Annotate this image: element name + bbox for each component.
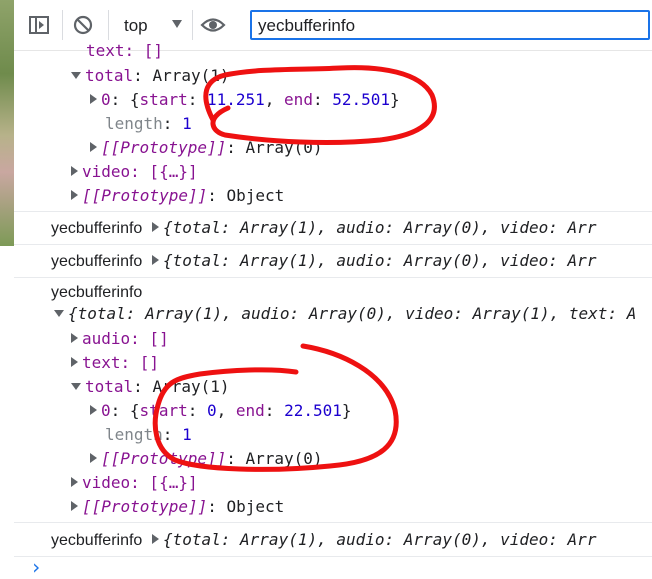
log-message-label: yecbufferinfo <box>51 284 143 301</box>
caret-right-icon[interactable] <box>71 357 78 367</box>
context-selector[interactable]: top <box>124 16 148 36</box>
prototype-object[interactable]: [[Prototype]]: Object <box>71 496 284 518</box>
caret-right-icon[interactable] <box>90 142 97 152</box>
filter-input[interactable]: yecbufferinfo <box>250 10 650 40</box>
eye-icon[interactable] <box>200 14 226 36</box>
console-output: text: [] total: Array(1) 0: {start: 11.2… <box>14 41 652 578</box>
total-property[interactable]: total: Array(1) <box>71 376 230 398</box>
chevron-down-icon[interactable] <box>172 20 182 28</box>
caret-down-icon[interactable] <box>54 310 64 317</box>
total-item-0[interactable]: 0: {start: 0, end: 22.501} <box>90 400 352 422</box>
prototype-array[interactable]: [[Prototype]]: Array(0) <box>90 448 323 470</box>
video-property[interactable]: video: [{…}] <box>71 161 198 183</box>
caret-right-icon[interactable] <box>151 534 159 544</box>
prototype-object[interactable]: [[Prototype]]: Object <box>71 185 284 207</box>
caret-right-icon[interactable] <box>90 405 97 415</box>
background-photo-strip <box>0 0 14 246</box>
total-property[interactable]: total: Array(1) <box>71 65 230 87</box>
total-item-0[interactable]: 0: {start: 11.251, end: 52.501} <box>90 89 400 111</box>
caret-right-icon[interactable] <box>151 222 159 232</box>
text-property[interactable]: text: [] <box>71 352 159 374</box>
audio-property[interactable]: audio: [] <box>71 328 169 350</box>
length-property: length: 1 <box>105 425 192 444</box>
caret-down-icon[interactable] <box>71 72 81 79</box>
caret-right-icon[interactable] <box>71 190 78 200</box>
log-message[interactable]: yecbufferinfo {total: Array(1), audio: A… <box>51 250 596 272</box>
video-property[interactable]: video: [{…}] <box>71 472 198 494</box>
length-property: length: 1 <box>105 114 192 133</box>
text-property[interactable]: text: [] <box>86 40 163 62</box>
log-message[interactable]: yecbufferinfo {total: Array(1), audio: A… <box>51 529 596 551</box>
caret-right-icon[interactable] <box>151 255 159 265</box>
caret-down-icon[interactable] <box>71 383 81 390</box>
sidebar-toggle-icon[interactable] <box>28 14 50 36</box>
expanded-object-summary[interactable]: {total: Array(1), audio: Array(0), video… <box>54 303 636 325</box>
console-prompt[interactable]: › <box>30 556 42 578</box>
log-message[interactable]: yecbufferinfo {total: Array(1), audio: A… <box>51 217 596 239</box>
clear-console-icon[interactable] <box>72 14 94 36</box>
caret-right-icon[interactable] <box>90 94 97 104</box>
caret-right-icon[interactable] <box>71 166 78 176</box>
caret-right-icon[interactable] <box>71 501 78 511</box>
prototype-array[interactable]: [[Prototype]]: Array(0) <box>90 137 323 159</box>
caret-right-icon[interactable] <box>71 477 78 487</box>
caret-right-icon[interactable] <box>90 453 97 463</box>
caret-right-icon[interactable] <box>71 333 78 343</box>
